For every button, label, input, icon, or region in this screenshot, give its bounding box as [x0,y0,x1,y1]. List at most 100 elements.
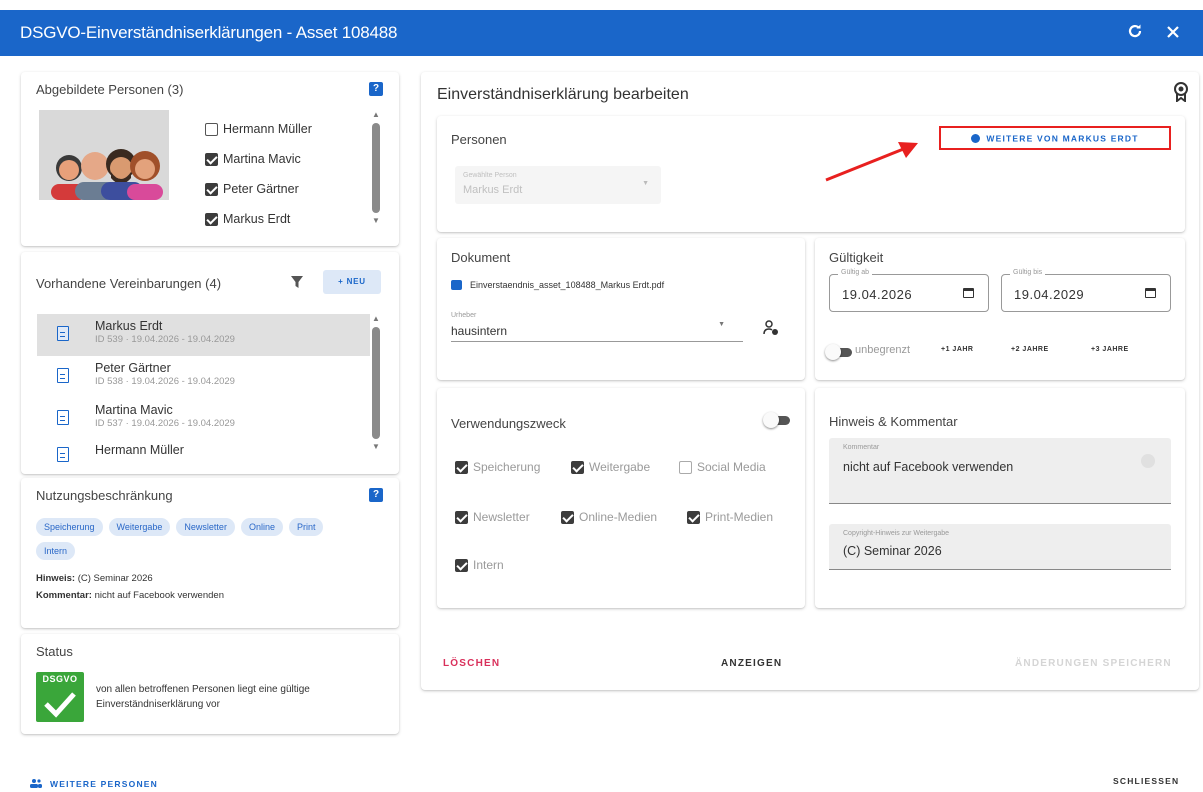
agreement-list-item[interactable]: Markus Erdt ID 539 · 19.04.2026 - 19.04.… [37,314,370,356]
hint-value: (C) Seminar 2026 [75,573,153,584]
scroll-down-icon[interactable]: ▼ [372,442,380,452]
toggle-knob [825,344,841,360]
more-persons-button[interactable]: WEITERE PERSONEN [30,776,158,791]
person-checkbox-row[interactable]: Markus Erdt [205,212,290,226]
valid-to-value: 19.04.2029 [1014,287,1085,302]
person-settings-icon[interactable] [763,320,779,339]
purpose-section: Verwendungszweck Speicherung Weitergabe … [437,388,805,608]
valid-from-input[interactable]: Gültig ab 19.04.2026 [829,269,989,312]
agreements-scrollbar[interactable]: ▲ ▼ [372,314,380,452]
purpose-checkbox[interactable] [679,460,692,474]
agreement-list-item[interactable]: Hermann Müller [37,440,370,468]
person-checkbox[interactable] [205,182,218,196]
author-select-label: Urheber [451,312,477,319]
calendar-icon[interactable] [963,288,974,298]
purpose-checkbox[interactable] [561,510,574,524]
help-icon[interactable]: ? [369,82,383,96]
restriction-chips: Speicherung Weitergabe Newsletter Online Pri… [36,518,386,566]
new-agreement-button[interactable]: + NEU [323,270,381,294]
agreement-meta: ID 537 · 19.04.2026 - 19.04.2029 [95,418,235,429]
purpose-label: Online-Medien [579,510,658,524]
scroll-down-icon[interactable]: ▼ [372,216,380,226]
award-icon[interactable] [1173,82,1189,105]
comment-label: Kommentar: [36,590,92,601]
person-checkbox[interactable] [205,152,218,166]
show-button[interactable]: ANZEIGEN [721,658,782,669]
restriction-chip: Online [240,518,283,536]
purpose-option[interactable]: Intern [455,558,504,572]
document-section-title: Dokument [451,250,511,265]
restriction-panel-title: Nutzungsbeschränkung [36,488,173,503]
purpose-toggle[interactable] [763,412,791,428]
scroll-up-icon[interactable]: ▲ [372,110,380,120]
scroll-thumb[interactable] [372,123,380,213]
purpose-checkbox[interactable] [571,460,584,474]
file-name: Einverstaendnis_asset_108488_Markus Erdt… [470,280,665,290]
agreement-name: Markus Erdt [95,319,163,333]
agreement-name: Hermann Müller [95,443,184,457]
refresh-icon[interactable] [1121,23,1149,44]
valid-to-input[interactable]: Gültig bis 19.04.2029 [1001,269,1171,312]
valid-from-value: 19.04.2026 [842,287,913,302]
delete-button[interactable]: LÖSCHEN [443,658,500,669]
person-name: Hermann Müller [223,122,312,136]
plus-three-years-button[interactable]: +3 JAHRE [1091,346,1129,353]
person-select-value: Markus Erdt [463,184,523,196]
document-icon [57,326,69,341]
agreement-name: Martina Mavic [95,403,173,417]
purpose-option[interactable]: Newsletter [455,510,530,524]
scroll-thumb[interactable] [372,327,380,439]
restriction-chip: Speicherung [36,518,103,536]
purpose-option[interactable]: Speicherung [455,460,540,474]
purpose-label: Weitergabe [589,460,651,474]
purpose-checkbox[interactable] [687,510,700,524]
comment-textarea[interactable]: Kommentar nicht auf Facebook verwenden [829,438,1171,504]
calendar-icon[interactable] [1145,288,1156,298]
purpose-checkbox[interactable] [455,460,468,474]
purpose-option[interactable]: Online-Medien [561,510,657,524]
person-name: Peter Gärtner [223,182,299,196]
pdf-file-link[interactable]: Einverstaendnis_asset_108488_Markus Erdt… [451,280,664,290]
agreement-list-item[interactable]: Peter Gärtner ID 538 · 19.04.2026 - 19.0… [37,356,370,398]
validity-section: Gültigkeit Gültig ab 19.04.2026 Gültig b… [815,238,1185,380]
filter-icon[interactable] [291,276,303,291]
document-icon [57,368,69,383]
person-select-label: Gewählte Person [463,172,517,179]
plus-one-year-button[interactable]: +1 JAHR [941,346,973,353]
purpose-option[interactable]: Print-Medien [687,510,773,524]
plus-two-years-button[interactable]: +2 JAHRE [1011,346,1049,353]
persons-scrollbar[interactable]: ▲ ▼ [372,110,380,226]
purpose-label: Print-Medien [705,510,774,524]
purpose-option[interactable]: Social Media [679,460,766,474]
comment-value: nicht auf Facebook verwenden [91,590,224,601]
purpose-checkbox[interactable] [455,558,468,572]
save-changes-button[interactable]: ÄNDERUNGEN SPEICHERN [1015,658,1172,669]
person-checkbox-row[interactable]: Martina Mavic [205,152,301,166]
unlimited-toggle[interactable] [825,344,853,360]
person-checkbox[interactable] [205,212,218,226]
editor-title: Einverständniserklärung bearbeiten [437,86,689,103]
restriction-chip: Intern [36,542,76,560]
purpose-option[interactable]: Weitergabe [571,460,650,474]
persons-section-title: Personen [451,132,507,147]
help-icon[interactable]: ? [369,488,383,502]
more-from-person-button[interactable]: WEITERE VON MARKUS ERDT [939,126,1171,150]
persons-section: Personen WEITERE VON MARKUS ERDT Gewählt… [437,116,1185,232]
scroll-up-icon[interactable]: ▲ [372,314,380,324]
document-section: Dokument Einverstaendnis_asset_108488_Ma… [437,238,805,380]
file-icon [451,280,462,290]
person-checkbox-row[interactable]: Hermann Müller [205,122,312,136]
person-name: Markus Erdt [223,212,291,226]
agreement-list-item[interactable]: Martina Mavic ID 537 · 19.04.2026 - 19.0… [37,398,370,440]
purpose-checkbox[interactable] [455,510,468,524]
purpose-section-title: Verwendungszweck [451,416,566,431]
close-icon[interactable] [1159,23,1187,44]
author-select[interactable]: Urheber hausintern ▼ [451,308,743,342]
copyright-textarea[interactable]: Copyright-Hinweis zur Weitergabe (C) Sem… [829,524,1171,570]
checkmark-icon [44,692,76,718]
validity-section-title: Gültigkeit [829,250,884,265]
clear-icon[interactable] [1141,454,1155,468]
person-checkbox[interactable] [205,122,218,136]
person-checkbox-row[interactable]: Peter Gärtner [205,182,299,196]
close-button[interactable]: SCHLIESSEN [1113,776,1179,786]
